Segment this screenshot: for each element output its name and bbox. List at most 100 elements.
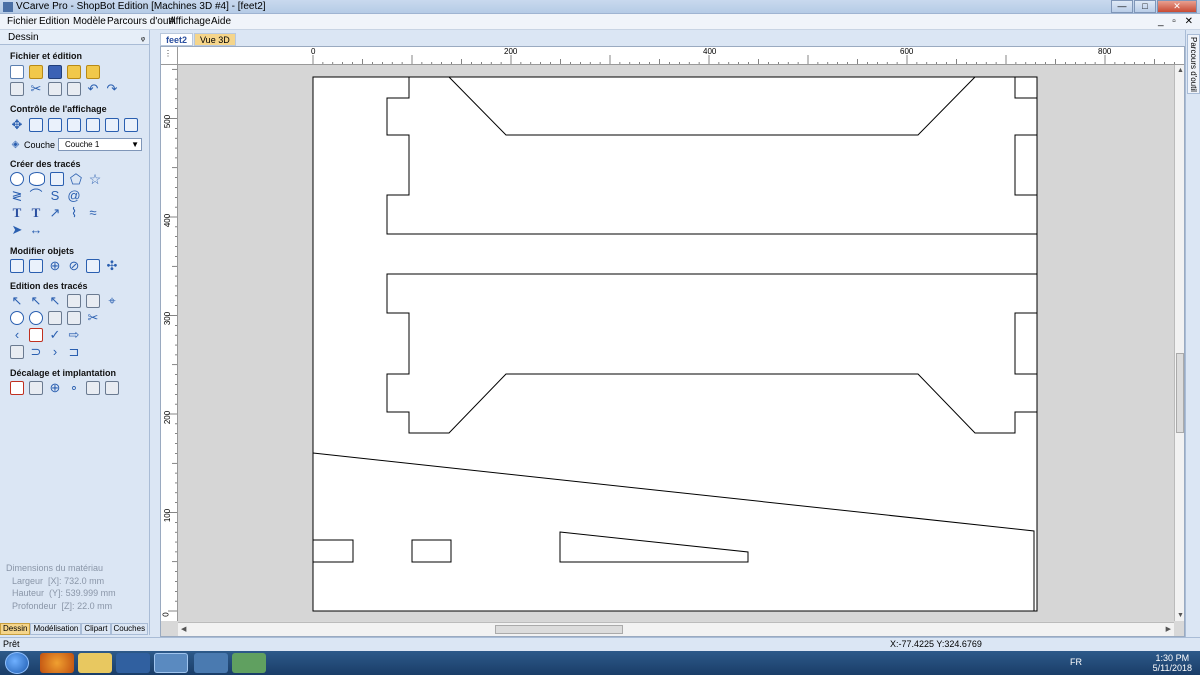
menu-aide[interactable]: Aide <box>211 16 231 27</box>
circle-icon[interactable] <box>10 172 24 186</box>
menu-affichage[interactable]: Affichage <box>169 16 211 27</box>
undo-icon[interactable]: ↶ <box>86 82 100 96</box>
scroll-left-icon[interactable]: ◀ <box>181 625 186 633</box>
extend-icon[interactable]: ⇨ <box>67 328 81 342</box>
editor-taskbar-icon[interactable] <box>232 653 266 673</box>
start-button[interactable] <box>5 652 29 674</box>
explorer-icon[interactable] <box>78 653 112 673</box>
zoom-in-icon[interactable] <box>29 118 43 132</box>
tab-modelisation[interactable]: Modélisation <box>30 623 82 635</box>
measure-icon[interactable]: ⌖ <box>105 294 119 308</box>
weld-icon[interactable] <box>10 311 24 325</box>
minimize-button[interactable]: — <box>1111 0 1133 13</box>
paste-icon[interactable] <box>67 82 81 96</box>
cut-icon[interactable]: ✂ <box>29 82 43 96</box>
align-icon[interactable]: ⊕ <box>48 259 62 273</box>
save-icon[interactable] <box>48 65 62 79</box>
check-icon[interactable]: ✓ <box>48 328 62 342</box>
maximize-button[interactable]: □ <box>1134 0 1156 13</box>
snap-icon[interactable]: ✣ <box>105 259 119 273</box>
arc-icon[interactable]: ⌒ <box>29 189 43 203</box>
close-vector-icon[interactable] <box>10 345 24 359</box>
menu-fichier[interactable]: Fichier <box>7 16 37 27</box>
scroll-right-icon[interactable]: ▶ <box>1166 625 1171 633</box>
tab-3d-view[interactable]: Vue 3D <box>194 33 236 46</box>
fillet-icon[interactable]: ‹ <box>10 328 24 342</box>
view-2d-icon[interactable] <box>86 118 100 132</box>
import-icon[interactable] <box>67 65 81 79</box>
rotate-icon[interactable] <box>29 259 43 273</box>
group-icon[interactable] <box>67 294 81 308</box>
tab-couches[interactable]: Couches <box>110 623 149 635</box>
dogbone-icon[interactable] <box>29 328 43 342</box>
pin-icon[interactable]: ᵩ <box>141 32 145 42</box>
ungroup-icon[interactable] <box>86 294 100 308</box>
subtract-icon[interactable] <box>29 311 43 325</box>
menu-modele[interactable]: Modèle <box>73 16 106 27</box>
scroll-up-icon[interactable]: ▲ <box>1177 67 1184 74</box>
select-icon[interactable]: ↖ <box>10 294 24 308</box>
tab-feet2[interactable]: feet2 <box>160 33 194 46</box>
view-3d-icon[interactable] <box>124 118 138 132</box>
close-button[interactable]: ✕ <box>1157 0 1197 13</box>
polyline-icon[interactable]: ≷ <box>10 189 24 203</box>
interactive-select-icon[interactable]: ↖ <box>48 294 62 308</box>
star-icon[interactable]: ☆ <box>88 172 102 186</box>
ellipse-icon[interactable] <box>29 172 45 186</box>
rectangle-icon[interactable] <box>50 172 64 186</box>
text-on-curve-icon[interactable]: ↗ <box>48 206 62 220</box>
vertical-scrollbar[interactable]: ▲ ▼ <box>1174 65 1184 621</box>
fit-vectors-icon[interactable] <box>105 381 119 395</box>
offset-icon[interactable] <box>10 381 24 395</box>
bracket-icon[interactable]: ⊃ <box>29 345 43 359</box>
node-edit-icon[interactable]: ↖ <box>29 294 43 308</box>
system-clock[interactable]: 1:30 PM 5/11/2018 <box>1153 653 1192 673</box>
curve-icon[interactable]: S <box>48 189 62 203</box>
menu-parcours[interactable]: Parcours d'outil <box>107 16 176 27</box>
text-adjust-icon[interactable]: ≈ <box>86 206 100 220</box>
scroll-down-icon[interactable]: ▼ <box>1177 612 1184 619</box>
move-icon[interactable] <box>10 259 24 273</box>
chevron-right-icon[interactable]: › <box>48 345 62 359</box>
mirror-icon[interactable]: ⊘ <box>67 259 81 273</box>
scale-icon[interactable] <box>86 259 100 273</box>
array-copy-icon[interactable] <box>29 381 43 395</box>
text-icon[interactable]: T <box>10 206 24 220</box>
copy-icon[interactable] <box>48 82 62 96</box>
redo-icon[interactable]: ↷ <box>105 82 119 96</box>
zoom-extents-icon[interactable] <box>48 118 62 132</box>
media-player-icon[interactable] <box>116 653 150 673</box>
pan-icon[interactable]: ✥ <box>10 118 24 132</box>
text-arc-icon[interactable]: ⌇ <box>67 206 81 220</box>
horizontal-scroll-thumb[interactable] <box>495 625 623 634</box>
view-split-icon[interactable] <box>105 118 119 132</box>
layer-select[interactable]: Couche 1 ▼ <box>58 138 143 151</box>
text-box-icon[interactable]: T <box>29 206 43 220</box>
import-bitmap-icon[interactable] <box>86 65 100 79</box>
horizontal-scrollbar[interactable]: ◀ ▶ <box>178 622 1174 636</box>
drawing-canvas[interactable] <box>178 65 1174 621</box>
trace-bitmap-icon[interactable]: ➤ <box>10 223 24 237</box>
tab-dessin[interactable]: Dessin <box>0 623 31 635</box>
app-taskbar-icon[interactable] <box>194 653 228 673</box>
corner-icon[interactable]: ⊐ <box>67 345 81 359</box>
vertical-scroll-thumb[interactable] <box>1176 353 1184 433</box>
tab-clipart[interactable]: Clipart <box>81 623 111 635</box>
copy-along-icon[interactable]: ∘ <box>67 381 81 395</box>
join-icon[interactable] <box>67 311 81 325</box>
language-indicator[interactable]: FR <box>1070 657 1082 667</box>
polygon-icon[interactable]: ⬠ <box>69 172 83 186</box>
toolpath-tab[interactable]: Parcours d'outil <box>1187 34 1200 94</box>
vcarve-taskbar-icon[interactable] <box>154 653 188 673</box>
dimension-icon[interactable]: ↔ <box>29 223 43 237</box>
nesting-icon[interactable] <box>86 381 100 395</box>
trim-icon[interactable] <box>48 311 62 325</box>
mdi-controls[interactable]: _ ▫ ✕ <box>1158 16 1196 27</box>
zoom-selection-icon[interactable] <box>67 118 81 132</box>
scissors-icon[interactable]: ✂ <box>86 311 100 325</box>
new-file-icon[interactable] <box>10 65 24 79</box>
firefox-icon[interactable] <box>40 653 74 673</box>
open-file-icon[interactable] <box>29 65 43 79</box>
menu-edition[interactable]: Edition <box>39 16 70 27</box>
select-all-icon[interactable] <box>10 82 24 96</box>
